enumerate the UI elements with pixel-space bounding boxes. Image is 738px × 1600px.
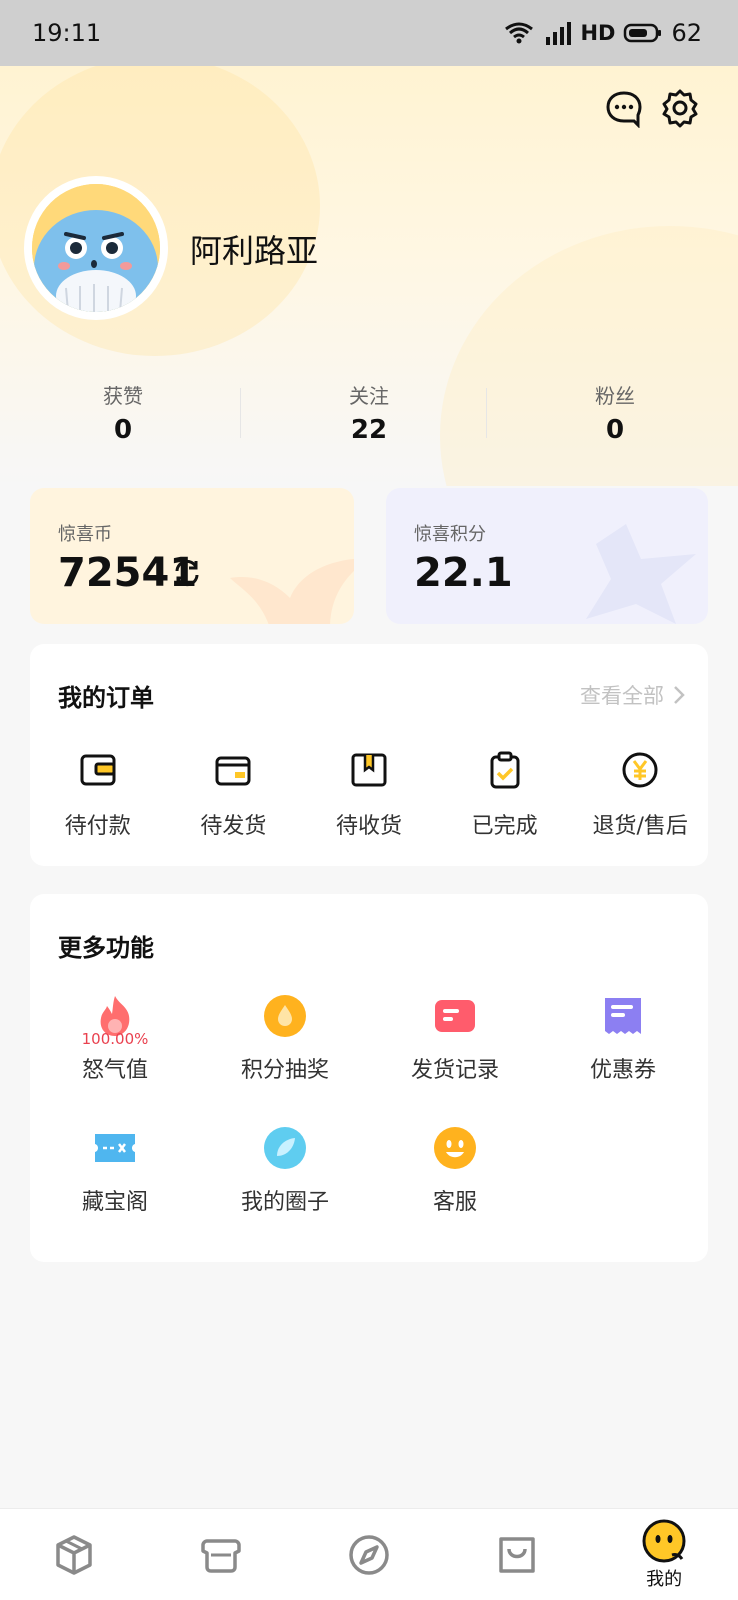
feature-label: 藏宝阁 (81, 1190, 148, 1215)
order-pending-receipt[interactable]: 待收货 (301, 750, 437, 840)
nav-label: 我的 (646, 1568, 683, 1590)
refresh-icon[interactable] (172, 558, 202, 588)
battery-icon (624, 23, 662, 43)
status-time: 19:11 (32, 19, 102, 47)
stat-likes[interactable]: 获赞 0 (0, 380, 246, 450)
anger-percentage: 100.00% (81, 1030, 149, 1048)
profile-stats: 获赞 0 关注 22 粉丝 0 (0, 380, 738, 450)
avatar[interactable] (24, 176, 168, 320)
stat-following[interactable]: 关注 22 (240, 380, 492, 450)
status-bar: 19:11 HD 62 (0, 0, 738, 66)
stat-label: 获赞 (103, 384, 143, 408)
feature-coupons[interactable]: 优惠券 (538, 994, 708, 1084)
status-icons: HD 62 (504, 19, 702, 47)
feature-label: 发货记录 (410, 1058, 499, 1083)
order-label: 待收货 (335, 814, 402, 839)
clipboard-check-icon (490, 751, 520, 789)
signal-icon (546, 22, 572, 45)
feature-label: 怒气值 (81, 1058, 148, 1083)
order-label: 待发货 (200, 814, 267, 839)
order-label: 退货/售后 (592, 814, 688, 839)
yen-icon (622, 752, 658, 788)
orders-panel: 我的订单 查看全部 待付款 待发货 待收货 已完成 退货/售后 (30, 644, 708, 866)
features-panel: 更多功能 100.00% 怒气值 积分抽奖 发货记录 优惠券 藏宝阁 我的圈子 … (30, 894, 708, 1262)
package-icon (351, 753, 387, 787)
feature-label: 我的圈子 (240, 1190, 329, 1215)
points-label: 惊喜积分 (414, 524, 486, 545)
bag-icon (498, 1536, 535, 1573)
order-pending-shipment[interactable]: 待发货 (166, 750, 302, 840)
feature-label: 积分抽奖 (240, 1058, 329, 1083)
cube-icon (56, 1534, 92, 1575)
points-value: 22.1 (414, 550, 513, 596)
stat-value: 0 (113, 415, 133, 445)
feature-points-lottery[interactable]: 积分抽奖 (200, 994, 370, 1084)
wifi-icon (505, 22, 534, 44)
whale-avatar-image (32, 184, 160, 312)
feature-label: 优惠券 (589, 1058, 656, 1083)
ticket-icon (95, 1134, 135, 1162)
stat-label: 关注 (349, 384, 389, 408)
box-icon (215, 756, 251, 786)
smiley-icon (434, 1127, 476, 1169)
order-label: 已完成 (471, 814, 538, 839)
features-title: 更多功能 (58, 934, 154, 962)
coupon-icon (605, 998, 641, 1034)
star-watermark-icon (586, 524, 696, 624)
order-completed[interactable]: 已完成 (437, 750, 573, 840)
stat-value: 22 (350, 415, 388, 445)
whale-tail-watermark-icon (230, 558, 354, 624)
view-all-label: 查看全部 (580, 684, 664, 708)
feature-shipping-records[interactable]: 发货记录 (370, 994, 540, 1084)
message-icon[interactable] (604, 88, 644, 128)
drop-icon (264, 995, 306, 1037)
settings-icon[interactable] (660, 88, 700, 128)
feature-my-circle[interactable]: 我的圈子 (200, 1126, 370, 1216)
profile-face-icon (642, 1519, 686, 1562)
record-icon (435, 1000, 475, 1032)
divider (486, 388, 487, 438)
nav-item-discover[interactable] (295, 1509, 443, 1600)
order-after-sales[interactable]: 退货/售后 (572, 750, 708, 840)
orders-title: 我的订单 (58, 684, 154, 712)
nav-item-cart[interactable] (443, 1509, 591, 1600)
stat-label: 粉丝 (595, 384, 635, 408)
chevron-right-icon (674, 686, 685, 704)
order-label: 待付款 (64, 814, 131, 839)
circle-leaf-icon (264, 1127, 306, 1169)
coin-card[interactable]: 惊喜币 72541 (30, 488, 354, 624)
feature-customer-service[interactable]: 客服 (370, 1126, 540, 1216)
coin-label: 惊喜币 (58, 524, 112, 545)
feature-label: 客服 (432, 1190, 477, 1215)
compass-icon (349, 1534, 389, 1575)
order-pending-payment[interactable]: 待付款 (30, 750, 166, 840)
feature-anger-value[interactable]: 100.00% 怒气值 (30, 994, 200, 1084)
nav-item-gacha[interactable] (148, 1509, 296, 1600)
points-card[interactable]: 惊喜积分 22.1 (386, 488, 708, 624)
username: 阿利路亚 (190, 232, 319, 270)
divider (240, 388, 241, 438)
nav-item-home[interactable] (0, 1509, 148, 1600)
nav-item-profile[interactable]: 我的 (590, 1509, 738, 1600)
capsule-icon (201, 1538, 242, 1573)
view-all-orders-link[interactable]: 查看全部 (580, 680, 686, 710)
battery-level: 62 (671, 19, 702, 47)
stat-fans[interactable]: 粉丝 0 (486, 380, 738, 450)
network-type: HD (580, 21, 616, 45)
wallet-icon (80, 754, 116, 786)
stat-value: 0 (605, 415, 625, 445)
feature-treasure-pavilion[interactable]: 藏宝阁 (30, 1126, 200, 1216)
bottom-nav: 我的 (0, 1508, 738, 1600)
order-status-row: 待付款 待发货 待收货 已完成 退货/售后 (30, 750, 708, 840)
